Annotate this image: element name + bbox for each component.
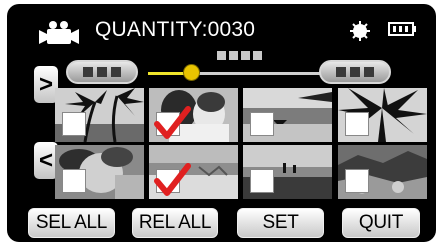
checkmark-icon [154,163,191,196]
thumbnail-6[interactable] [149,145,238,199]
thumbnail-checkbox[interactable] [62,112,86,136]
page-slider-thumb[interactable] [184,65,199,80]
release-all-button[interactable]: REL ALL [132,208,218,238]
thumbnail-3[interactable] [243,88,332,142]
page-indicator [217,51,262,60]
thumbnail-1[interactable] [55,88,144,142]
page-slider-track[interactable] [148,72,326,75]
thumbnail-checkbox[interactable] [250,112,274,136]
next-group-button[interactable] [319,60,391,84]
thumbnail-7[interactable] [243,145,332,199]
thumbnail-8[interactable] [338,145,427,199]
checkmark-icon [154,106,191,139]
select-all-button[interactable]: SEL ALL [28,208,115,238]
camera-screen: QUANTITY:0030 > < SEL ALL REL ALL SET QU… [7,4,436,242]
quantity-title: QUANTITY:0030 [95,18,256,41]
prev-group-button[interactable] [66,60,138,84]
thumbnail-4[interactable] [338,88,427,142]
set-button[interactable]: SET [237,208,324,238]
thumbnail-2[interactable] [149,88,238,142]
thumbnail-checkbox[interactable] [345,169,369,193]
quit-button[interactable]: QUIT [342,208,420,238]
thumbnail-checkbox[interactable] [250,169,274,193]
thumbnail-checkbox[interactable] [62,169,86,193]
thumbnail-5[interactable] [55,145,144,199]
battery-icon [388,22,416,36]
video-camera-icon [39,21,79,44]
thumbnail-checkbox[interactable] [345,112,369,136]
sd-card-icon [350,21,370,41]
